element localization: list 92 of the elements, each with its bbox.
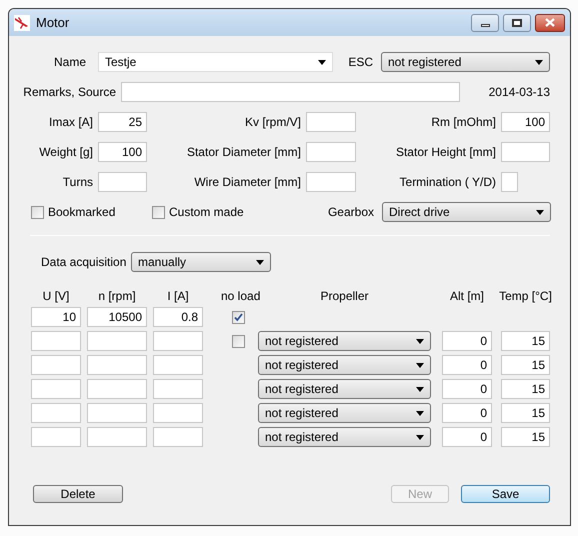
table-input[interactable] xyxy=(31,427,81,447)
field-label: Gearbox xyxy=(326,204,374,221)
caret-icon xyxy=(535,60,543,64)
table-input[interactable] xyxy=(153,379,203,399)
number-field[interactable] xyxy=(306,142,356,162)
caret-icon xyxy=(536,210,544,214)
table-input[interactable] xyxy=(153,427,203,447)
column-header: no load xyxy=(221,288,260,305)
table-input[interactable]: 0 xyxy=(442,403,492,423)
number-field[interactable] xyxy=(501,172,518,192)
close-button[interactable] xyxy=(535,14,565,32)
checkbox[interactable] xyxy=(232,334,245,348)
window-title: Motor xyxy=(36,14,70,32)
checkbox[interactable] xyxy=(232,310,245,324)
minimize-button[interactable] xyxy=(471,14,499,32)
column-header: U [V] xyxy=(42,288,70,305)
plane-icon xyxy=(14,14,30,30)
field-label: Remarks, Source xyxy=(22,84,116,101)
table-input[interactable]: 15 xyxy=(501,403,550,423)
field-label: Stator Diameter [mm] xyxy=(186,144,301,161)
column-header: Alt [m] xyxy=(450,288,484,305)
field-label: Termination ( Y/D) xyxy=(398,174,496,191)
field-label: Rm [mOhm] xyxy=(430,114,496,131)
table-input[interactable]: 15 xyxy=(501,331,550,351)
table-input[interactable]: 0 xyxy=(442,355,492,375)
caret-icon xyxy=(416,410,424,416)
checkbox[interactable] xyxy=(31,206,44,218)
table-input[interactable]: 0.8 xyxy=(153,307,203,327)
column-header: n [rpm] xyxy=(98,288,136,305)
column-header: I [A] xyxy=(167,288,189,305)
close-icon xyxy=(545,18,555,27)
dialog-button[interactable]: Save xyxy=(461,485,550,503)
field-label: ESC xyxy=(347,54,373,71)
propeller-dropdown[interactable]: not registered xyxy=(258,355,431,375)
acquisition-dropdown[interactable]: manually xyxy=(131,252,271,272)
table-input[interactable] xyxy=(87,427,147,447)
propeller-dropdown[interactable]: not registered xyxy=(258,331,431,351)
table-input[interactable] xyxy=(31,355,81,375)
caret-icon xyxy=(256,260,264,264)
number-field[interactable]: 100 xyxy=(501,112,550,132)
name-combobox[interactable]: Testje xyxy=(98,52,333,72)
table-input[interactable]: 15 xyxy=(501,427,550,447)
number-field[interactable] xyxy=(306,112,356,132)
caret-icon xyxy=(416,386,424,392)
table-input[interactable]: 10 xyxy=(31,307,81,327)
table-input[interactable]: 15 xyxy=(501,379,550,399)
column-header: Temp [°C] xyxy=(499,288,552,305)
table-input[interactable]: 0 xyxy=(442,427,492,447)
field-label: Weight [g] xyxy=(38,144,93,161)
number-field[interactable] xyxy=(501,142,550,162)
field-label: Stator Height [mm] xyxy=(394,144,496,161)
table-input[interactable] xyxy=(31,379,81,399)
field-label: Wire Diameter [mm] xyxy=(193,174,301,191)
dialog-button[interactable]: Delete xyxy=(33,485,123,503)
table-input[interactable] xyxy=(87,355,147,375)
table-input[interactable]: 0 xyxy=(442,331,492,351)
table-input[interactable] xyxy=(153,331,203,351)
gearbox-dropdown[interactable]: Direct drive xyxy=(382,202,551,222)
caret-icon xyxy=(416,362,424,368)
number-field[interactable] xyxy=(306,172,356,192)
caret-icon xyxy=(416,434,424,440)
table-input[interactable] xyxy=(87,331,147,351)
field-label: Turns xyxy=(62,174,93,191)
table-input[interactable] xyxy=(153,355,203,375)
table-input[interactable] xyxy=(31,403,81,423)
column-header: Propeller xyxy=(320,288,369,305)
table-input[interactable]: 0 xyxy=(442,379,492,399)
caret-icon xyxy=(416,338,424,344)
number-field[interactable]: 100 xyxy=(98,142,147,162)
table-input[interactable] xyxy=(87,403,147,423)
field-label: Kv [rpm/V] xyxy=(244,114,301,131)
checkbox[interactable] xyxy=(152,206,165,218)
number-field[interactable] xyxy=(98,172,147,192)
field-label: Data acquisition xyxy=(41,254,128,271)
remarks-field[interactable] xyxy=(121,82,460,102)
esc-dropdown[interactable]: not registered xyxy=(381,52,550,72)
propeller-dropdown[interactable]: not registered xyxy=(258,427,431,447)
maximize-button[interactable] xyxy=(503,14,531,32)
table-input[interactable] xyxy=(153,403,203,423)
checkbox-label: Bookmarked xyxy=(48,204,116,221)
table-input[interactable] xyxy=(87,379,147,399)
checkbox-label: Custom made xyxy=(169,204,244,221)
table-input[interactable]: 10500 xyxy=(87,307,147,327)
field-label: Name xyxy=(52,54,86,71)
field-label: Imax [A] xyxy=(48,114,93,131)
table-input[interactable]: 15 xyxy=(501,355,550,375)
propeller-dropdown[interactable]: not registered xyxy=(258,403,431,423)
caret-icon xyxy=(318,60,326,64)
table-input[interactable] xyxy=(31,331,81,351)
number-field[interactable]: 25 xyxy=(98,112,147,132)
propeller-dropdown[interactable]: not registered xyxy=(258,379,431,399)
date-text: 2014-03-13 xyxy=(488,84,550,101)
